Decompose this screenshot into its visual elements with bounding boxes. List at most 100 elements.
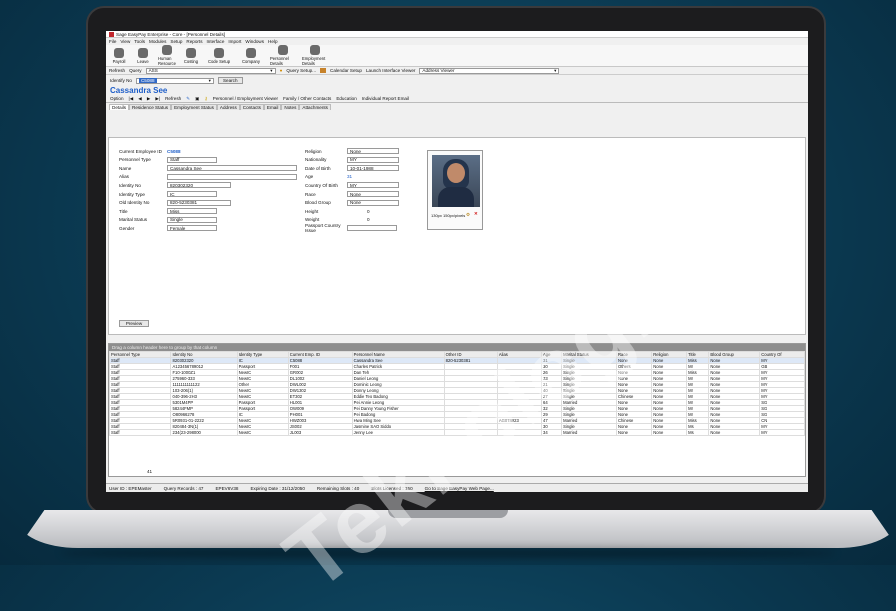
field-input[interactable]: MY: [347, 182, 399, 189]
field-label: Alias: [119, 174, 129, 180]
field-input[interactable]: 820302320: [167, 182, 231, 189]
field-input[interactable]: Female: [167, 225, 217, 232]
field-label: Blood Group: [305, 200, 331, 206]
tab-details[interactable]: Details: [109, 103, 130, 110]
search-button[interactable]: Search: [217, 77, 243, 84]
query-label: Query: [129, 68, 142, 73]
status-db: EPEV6V38: [215, 485, 239, 491]
table-cell: None: [708, 429, 761, 436]
toolbar-button-5[interactable]: Company: [238, 47, 264, 64]
nav-link-2[interactable]: Education: [336, 96, 356, 101]
tab-attachments[interactable]: Attachments: [299, 103, 331, 110]
field-left-0: Current Employee ID C5088: [119, 148, 181, 154]
tab-notes[interactable]: Notes: [281, 103, 300, 110]
menu-item-reports[interactable]: Reports: [186, 39, 202, 44]
field-label: Identity No: [119, 182, 141, 188]
field-left-4: Identity No 820302320: [119, 182, 231, 189]
identify-select[interactable]: C5088 ▾: [135, 77, 214, 84]
refresh-label[interactable]: Refresh: [109, 68, 125, 73]
edit-icon[interactable]: ✎: [186, 96, 190, 102]
toolbar-button-7[interactable]: Employment Details: [302, 45, 328, 66]
table-cell: JL003: [287, 429, 353, 436]
toolbar-button-0[interactable]: Payroll: [110, 47, 128, 64]
field-label: Gender: [119, 225, 135, 231]
field-input[interactable]: [167, 173, 297, 180]
photo-delete-icon[interactable]: ✕: [474, 211, 478, 217]
table-cell: Ms: [686, 429, 710, 436]
query-select[interactable]: ASS ▾: [145, 67, 276, 74]
first-record-icon[interactable]: |◀: [129, 96, 134, 102]
costing-icon: [186, 47, 196, 58]
key-icon[interactable]: ⚷: [204, 96, 207, 102]
field-input[interactable]: Staff: [167, 156, 217, 163]
menu-item-setup[interactable]: Setup: [170, 39, 182, 44]
tab-address[interactable]: Address: [216, 103, 240, 110]
table-cell: None: [615, 429, 653, 436]
save-icon[interactable]: ▣: [195, 96, 199, 102]
tab-contacts[interactable]: Contacts: [239, 103, 264, 110]
toolbar-button-2[interactable]: Human Resource: [158, 45, 176, 66]
field-value: 0: [367, 208, 370, 214]
field-input[interactable]: 10-01-1988: [347, 165, 399, 172]
menu-item-tools[interactable]: Tools: [134, 39, 145, 44]
tab-residence-status[interactable]: Residence Status: [129, 103, 172, 110]
field-left-2: Name Cassandra See: [119, 165, 297, 172]
field-input[interactable]: [347, 225, 397, 232]
menu-item-interface[interactable]: Interface: [207, 39, 225, 44]
field-left-6: Old Identity No 820-5230381: [119, 199, 231, 206]
field-input[interactable]: None: [347, 199, 399, 206]
field-label: Old Identity No: [119, 200, 150, 206]
nav-toolbar: Option |◀ ◀ ▶ ▶| Refresh ✎ ▣ ⚷ Personnel…: [106, 95, 808, 103]
field-label: Race: [305, 191, 316, 197]
status-records: Query Records : 47: [163, 485, 204, 491]
identify-label: Identify No: [110, 78, 132, 83]
nav-link-3[interactable]: Individual Report Email: [362, 96, 409, 101]
current-employee-id: C5088: [167, 148, 181, 154]
query-setup-button[interactable]: Query Setup...: [286, 68, 316, 73]
employee-photo-frame: 130px 150px/pixels ⚙ ✕: [427, 150, 483, 230]
identify-row: Identify No C5088 ▾ Search: [106, 75, 808, 86]
toolbar-label: Payroll: [112, 58, 126, 64]
preview-button[interactable]: Preview: [119, 320, 149, 327]
field-label: Height: [305, 208, 319, 214]
toolbar-button-6[interactable]: Personnel Details: [270, 45, 296, 66]
detail-tabs: Details Residence Status Employment Status…: [106, 103, 808, 110]
field-input[interactable]: Miss: [167, 208, 217, 215]
tab-email[interactable]: Email: [263, 103, 282, 110]
title-bar: Sage EasyPay Enterprise - Core - [Person…: [106, 31, 808, 38]
nav-refresh[interactable]: Refresh: [165, 96, 181, 101]
nav-link-0[interactable]: Personnel / Employment Viewer: [213, 96, 278, 101]
field-input[interactable]: MY: [347, 156, 399, 163]
field-label: Weight: [305, 217, 320, 223]
field-input[interactable]: Single: [167, 216, 217, 223]
prev-record-icon[interactable]: ◀: [138, 96, 142, 102]
toolbar-button-1[interactable]: Leave: [134, 47, 152, 64]
nav-link-1[interactable]: Family / Other Contacts: [283, 96, 331, 101]
launch-select[interactable]: Address Viewer ▾: [419, 67, 560, 74]
field-input[interactable]: Cassandra See: [167, 165, 297, 172]
toolbar-button-4[interactable]: Code Setup: [206, 47, 232, 64]
menu-item-file[interactable]: File: [109, 39, 116, 44]
field-input[interactable]: None: [347, 191, 399, 197]
field-label: Nationality: [305, 157, 327, 163]
next-record-icon[interactable]: ▶: [147, 96, 151, 102]
field-value: Staff: [170, 157, 180, 163]
photo-edit-icon[interactable]: ⚙: [466, 212, 470, 218]
menu-item-windows[interactable]: Windows: [245, 39, 264, 44]
menu-item-modules[interactable]: Modules: [149, 39, 166, 44]
field-input[interactable]: None: [347, 148, 399, 154]
menu-item-view[interactable]: View: [120, 39, 130, 44]
last-record-icon[interactable]: ▶|: [155, 96, 160, 102]
employee-name: Cassandra See: [110, 86, 168, 95]
field-input[interactable]: IC: [167, 191, 217, 197]
toolbar-button-3[interactable]: Costing: [182, 47, 200, 64]
field-value: None: [350, 148, 361, 154]
menu-item-help[interactable]: Help: [268, 39, 277, 44]
toolbar-label: Human Resource: [158, 56, 176, 66]
calendar-setup-button[interactable]: Calendar Setup: [330, 68, 362, 73]
tab-employment-status[interactable]: Employment Status: [171, 103, 217, 110]
menu-item-import[interactable]: Import: [228, 39, 241, 44]
table-cell: MY: [759, 429, 805, 436]
field-input[interactable]: 820-5230381: [167, 199, 231, 206]
option-menu[interactable]: Option: [110, 96, 124, 101]
